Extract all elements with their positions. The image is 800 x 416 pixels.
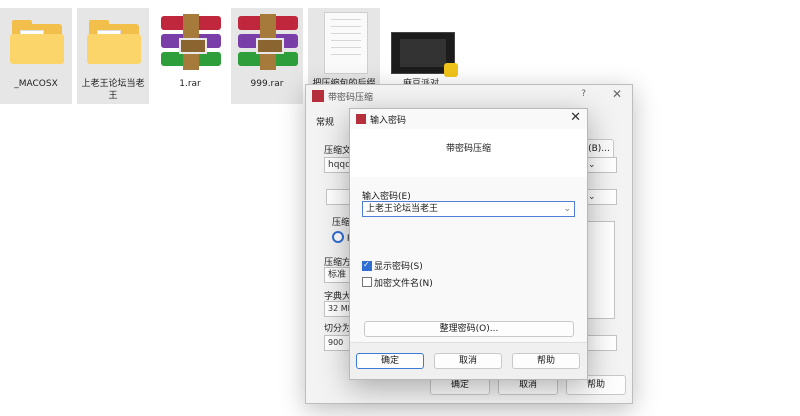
file-label: 999.rar [250,79,284,89]
winrar-app-icon [312,90,324,102]
file-label: 1.rar [179,79,201,89]
checkbox-checked-icon [362,261,372,271]
help-icon[interactable]: ? [581,89,586,99]
title-bar: 带密码压缩 ? ✕ [306,85,632,107]
chevron-down-icon[interactable]: ⌄ [563,202,571,216]
file-item-999-rar[interactable]: 999.rar [231,8,303,104]
close-icon[interactable]: ✕ [570,110,581,125]
close-icon[interactable]: ✕ [612,87,622,101]
dialog-title: 带密码压缩 [328,93,374,103]
title-bar: 输入密码 ✕ [350,109,587,130]
dialog-body: 输入密码(E) 上老王论坛当老王 ⌄ 显示密码(S) 加密文件名(N) 整理密码… [350,177,587,343]
split-unit-select[interactable] [584,335,617,351]
checkbox-label: 加密文件名(N) [374,279,433,289]
folder-item-laowang[interactable]: 上老王论坛当老王 [77,8,149,104]
video-thumbnail-icon [391,32,458,77]
file-label: _MACOSX [14,79,58,89]
rar-archive-icon [161,14,221,70]
update-mode-select[interactable]: ⌄ [584,157,617,173]
options-panel [586,221,615,319]
dialog-title: 输入密码 [370,116,407,126]
password-value: 上老王论坛当老王 [366,204,439,214]
file-label: 上老王论坛当老王 [81,79,145,101]
password-dialog: 输入密码 ✕ 带密码压缩 输入密码(E) 上老王论坛当老王 ⌄ 显示密码(S) … [349,108,588,380]
checkbox-label: 显示密码(S) [374,262,423,272]
document-icon [324,12,368,74]
dialog-header: 带密码压缩 [350,129,587,177]
folder-item-macosx[interactable]: _MACOSX [0,8,72,104]
password-input[interactable]: 上老王论坛当老王 ⌄ [362,201,575,217]
checkbox-unchecked-icon [362,277,372,287]
split-volumes-label: 切分为 [324,324,352,334]
encrypt-filenames-checkbox[interactable]: 加密文件名(N) [362,277,522,289]
file-item-1-rar[interactable]: 1.rar [154,8,226,104]
tab-general[interactable]: 常规 [316,115,334,128]
ok-button[interactable]: 确定 [356,353,424,369]
rar-archive-icon [238,14,298,70]
cancel-button[interactable]: 取消 [434,353,502,369]
dialog-footer: 确定 取消 帮助 [350,342,587,379]
browse-button[interactable]: (B)... [584,139,614,159]
organize-passwords-button[interactable]: 整理密码(O)... [364,321,574,337]
archive-name-label: 压缩文 [324,146,352,156]
show-password-checkbox[interactable]: 显示密码(S) [362,261,522,273]
help-button[interactable]: 帮助 [512,353,580,369]
header-text: 带密码压缩 [445,144,491,154]
winrar-app-icon [356,114,366,124]
profile-select[interactable]: ⌄ [584,189,617,205]
